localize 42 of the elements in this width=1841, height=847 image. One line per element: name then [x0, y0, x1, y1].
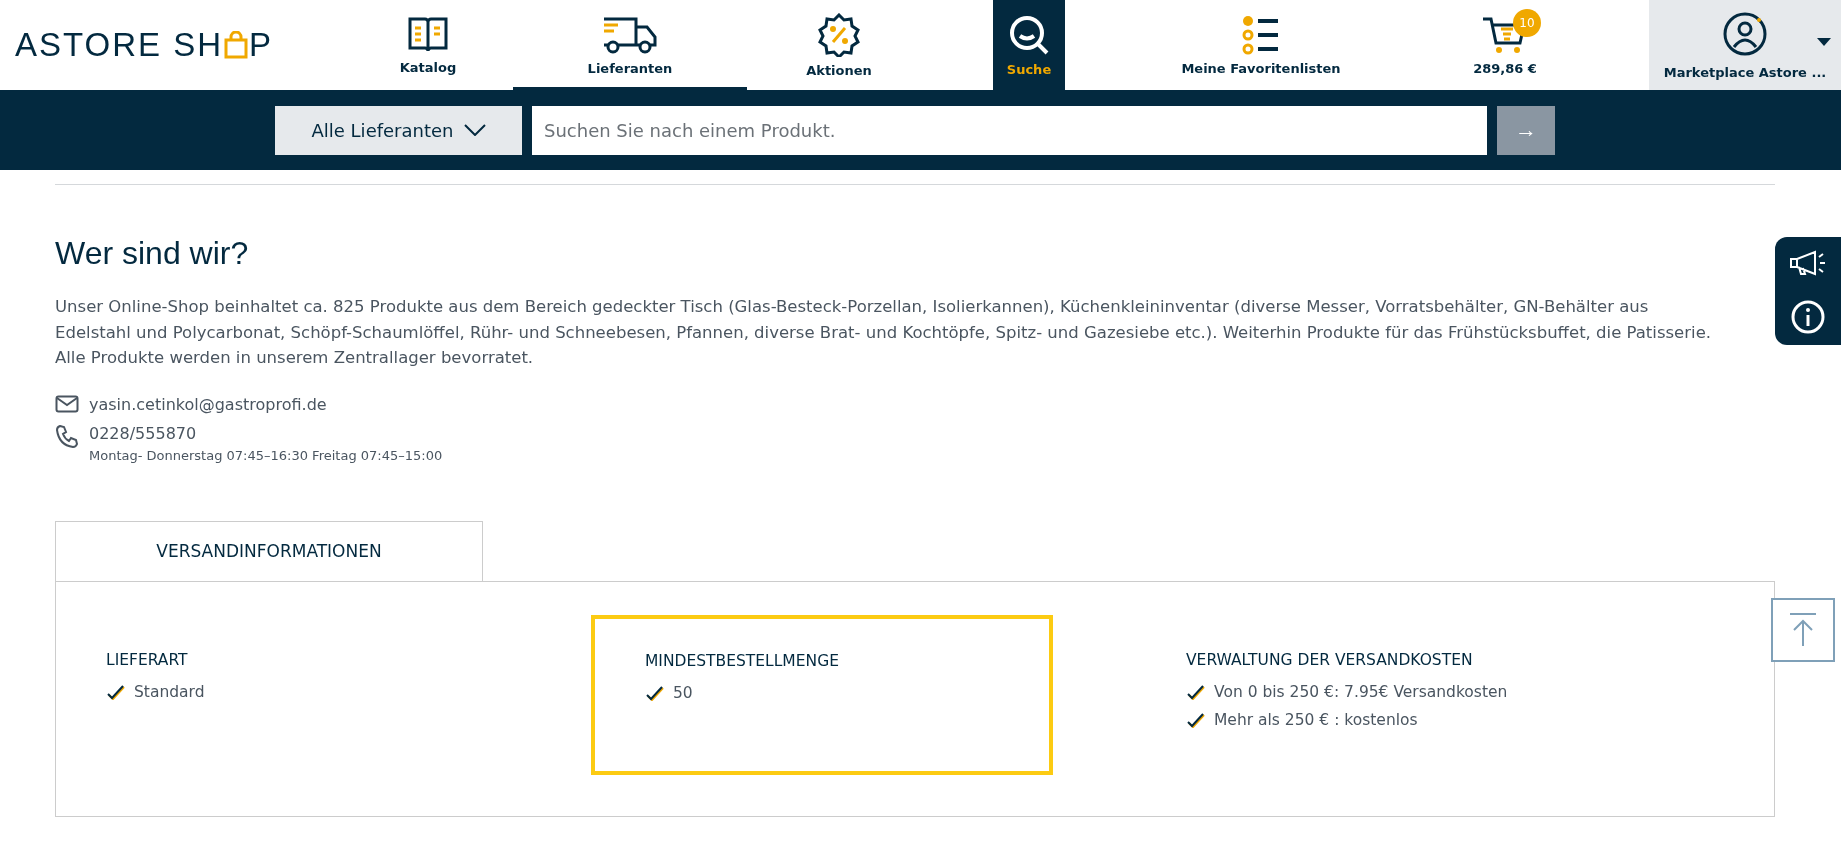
- arrow-up-icon: [1788, 612, 1818, 648]
- tab[interactable]: VERSANDINFORMATIONEN: [55, 520, 483, 582]
- shipping-info: 50: [673, 683, 693, 702]
- section-heading: Wer sind wir?: [55, 235, 250, 272]
- shopping-bag-icon: [224, 31, 249, 59]
- check-icon: [645, 684, 665, 701]
- shop-logo[interactable]: ASTORE SH P: [0, 0, 335, 90]
- info-icon[interactable]: [1791, 299, 1825, 334]
- shipping-info: Mehr als 250 € : kostenlos: [1214, 710, 1418, 729]
- check-icon: [106, 683, 126, 700]
- column-heading: MINDESTBESTELLMENGE: [645, 651, 840, 670]
- book-icon: [407, 15, 449, 54]
- email-link[interactable]: yasin.cetinkol@gastroprofi.de: [89, 394, 327, 414]
- nav-tab[interactable]: Lieferanten: [513, 0, 747, 90]
- nav-tab[interactable]: Meine Favoritenlisten: [1065, 0, 1457, 90]
- cart-count-badge: 10: [1513, 8, 1541, 37]
- user-icon: [1722, 10, 1768, 57]
- megaphone-icon[interactable]: [1789, 248, 1827, 277]
- cart-link[interactable]: 10 289,86 €: [1457, 0, 1553, 90]
- nav-tab[interactable]: Katalog: [343, 0, 513, 90]
- search-icon: [1008, 13, 1050, 56]
- nav-tab[interactable]: Aktionen: [747, 0, 931, 90]
- caret-icon: [1817, 38, 1831, 46]
- check-icon: [1186, 683, 1206, 700]
- nav-tab[interactable]: Suche: [993, 0, 1065, 90]
- back-to-top-button[interactable]: [1771, 598, 1835, 662]
- shipping-info: Von 0 bis 250 €: 7.95€ Versandkosten: [1214, 682, 1508, 701]
- column-heading: VERWALTUNG DER VERSANDKOSTEN: [1186, 650, 1474, 669]
- chevron-down-icon: [463, 124, 486, 136]
- supplier-dropdown[interactable]: Alle Lieferanten: [275, 105, 522, 155]
- envelope-icon: [55, 394, 79, 413]
- check-icon: [1186, 711, 1206, 728]
- shipping-info: Standard: [134, 682, 205, 701]
- phone-icon: [55, 423, 79, 448]
- about-text: Unser Online-Shop beinhaltet ca. 825 Produkte aus dem Bereich gedeckter Tisch (Glas-Besteck-Porzellan, Isolierkannen), Küchenkleininventar (diverse Messer, Vorratsbehälter, GN-Behälter aus Edelstahl und Polycarbonat, Schöpf-Schaumlöffel, Rühr- und Schneebesen, Pfannen, diverse Brat- und Kochtöpfe, Spitz- und Gazesiebe etc.). Weiterhin Produkte für das Frühstücksbuffet, die Patisserie. Alle Produkte werden in unserem Zentrallager bevorratet.: [55, 296, 1713, 369]
- phone-number: 0228/555870: [89, 423, 197, 443]
- account-menu[interactable]: Marketplace Astore ...: [1649, 0, 1841, 90]
- opening-hours: Montag- Donnerstag 07:45–16:30 Freitag 07:45–15:00: [89, 447, 444, 463]
- column-heading: LIEFERART: [106, 650, 189, 669]
- list-icon: [1242, 14, 1280, 55]
- percent-badge-icon: [817, 12, 861, 57]
- search-field[interactable]: Suchen Sie nach einem Produkt.: [532, 105, 1487, 155]
